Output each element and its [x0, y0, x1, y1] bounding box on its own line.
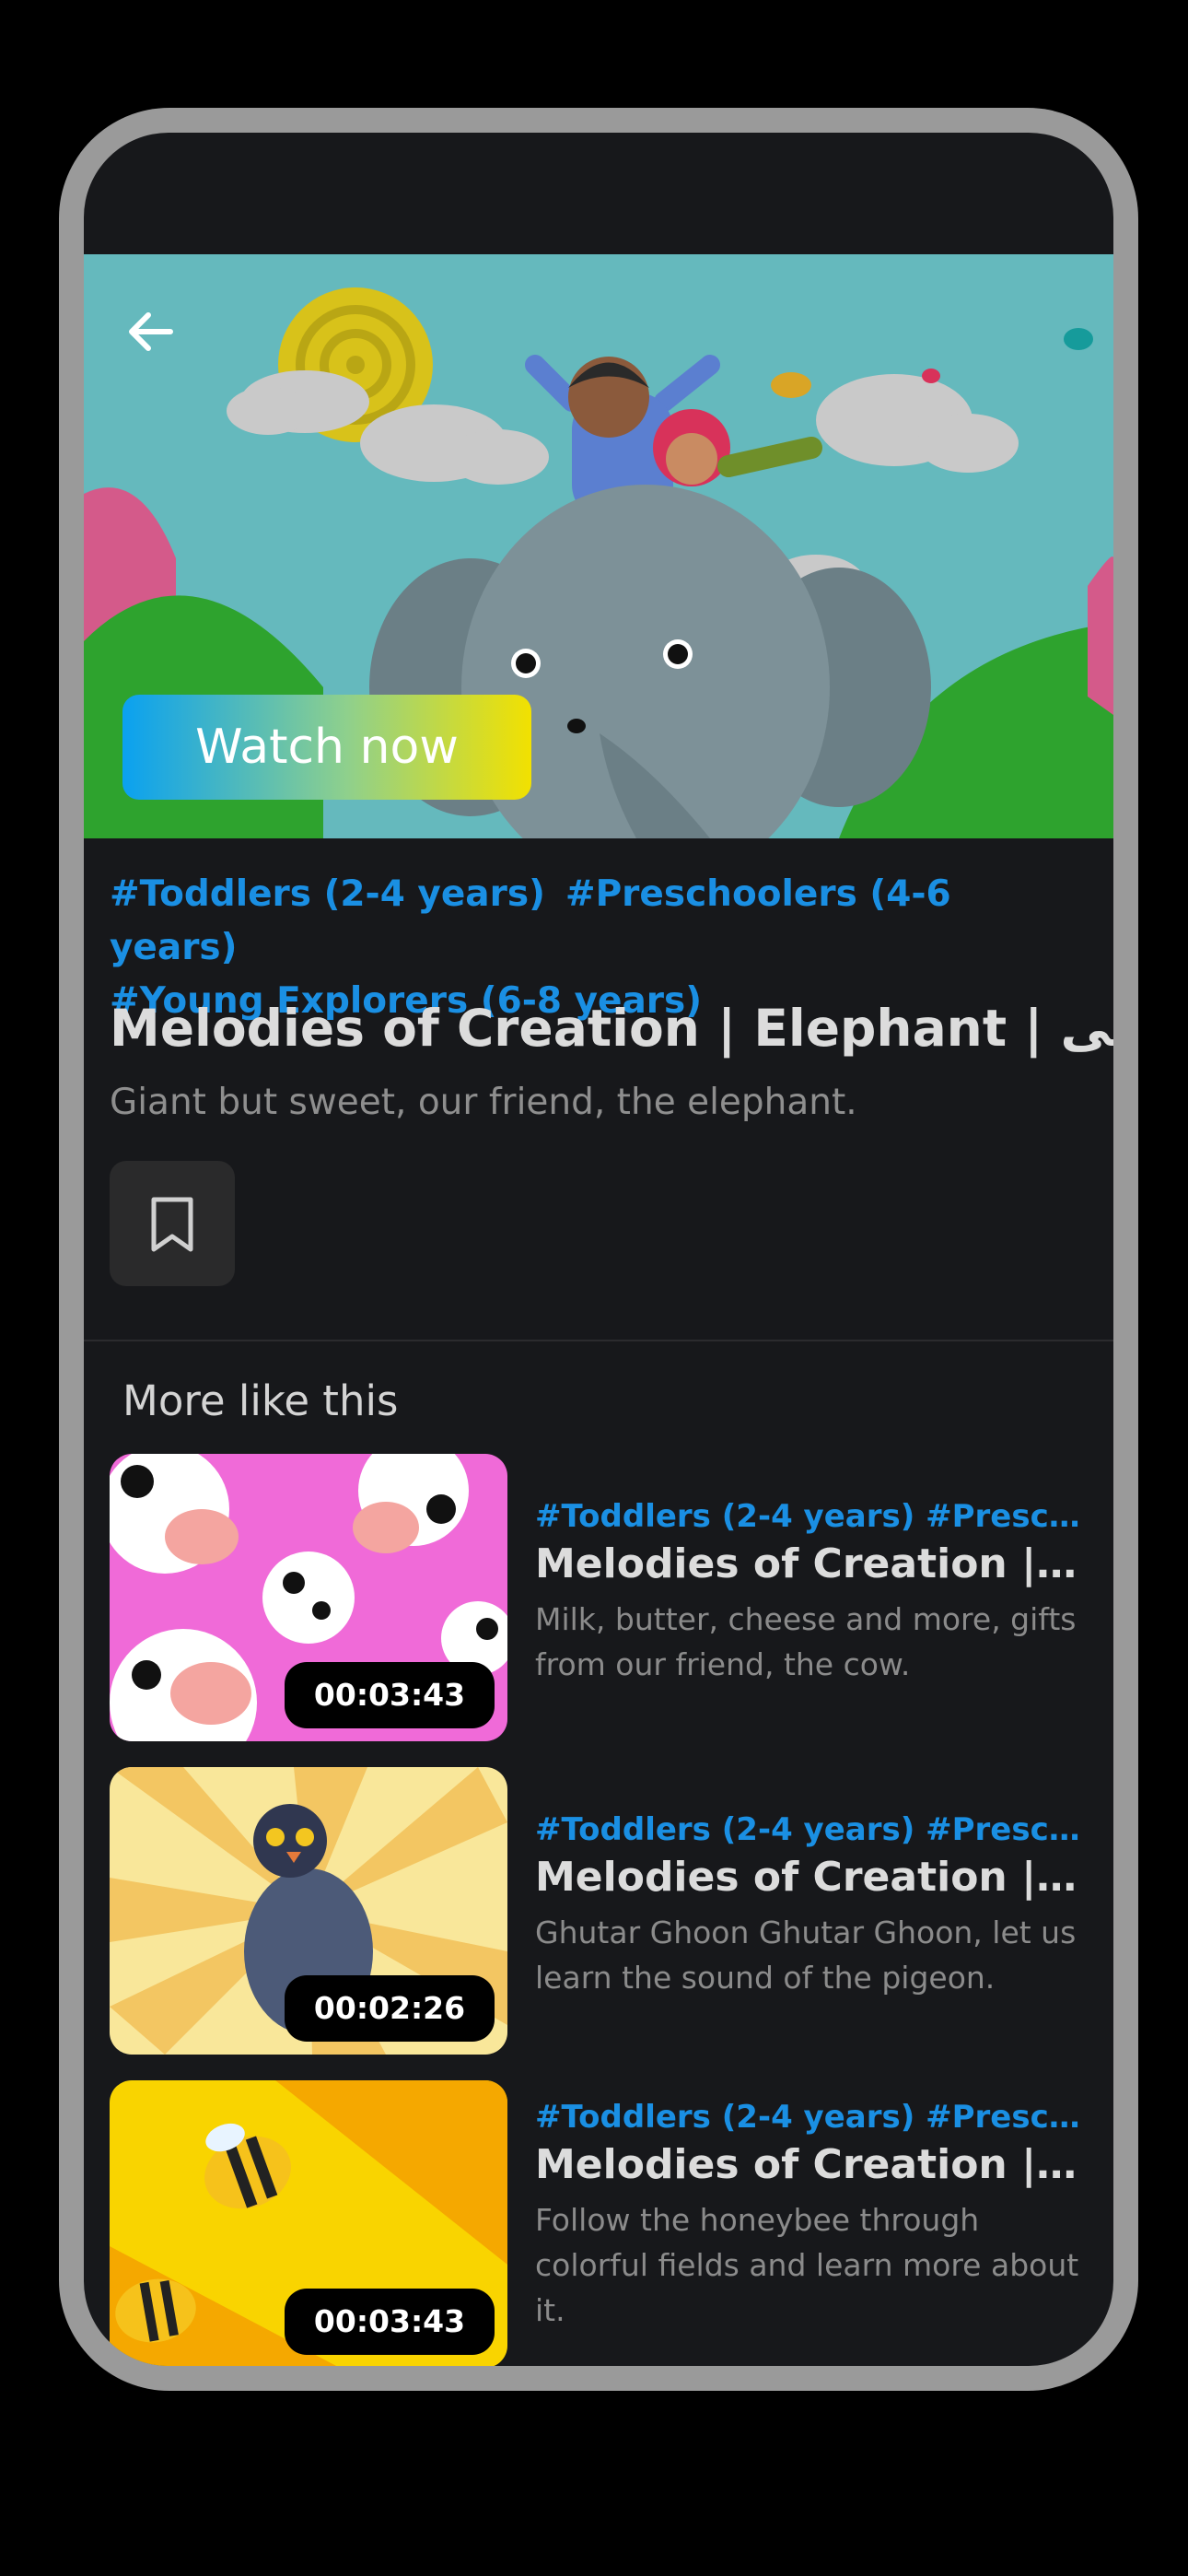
- recommendation-card[interactable]: 00:03:43 #Toddlers (2-4 years) #Presc… M…: [110, 1454, 1095, 1741]
- card-title: Melodies of Creation | C…: [535, 1540, 1088, 1587]
- watch-now-button[interactable]: Watch now: [122, 695, 531, 800]
- back-button[interactable]: [124, 306, 176, 357]
- duration-badge: 00:03:43: [285, 1662, 495, 1728]
- card-info: #Toddlers (2-4 years) #Presc… Melodies o…: [535, 1811, 1088, 2000]
- video-thumbnail: 00:03:43: [110, 1454, 507, 1741]
- duration-badge: 00:02:26: [285, 1975, 495, 2042]
- video-thumbnail: 00:02:26: [110, 1767, 507, 2055]
- video-title: Melodies of Creation | Elephant | ہاتھی: [110, 999, 1113, 1058]
- video-description: Giant but sweet, our friend, the elephan…: [110, 1082, 857, 1123]
- card-description: Milk, butter, cheese and more, gifts fro…: [535, 1601, 1077, 1682]
- back-arrow-icon: [129, 312, 173, 351]
- card-info: #Toddlers (2-4 years) #Presc… Melodies o…: [535, 2099, 1088, 2333]
- bookmark-icon: [151, 1197, 193, 1252]
- card-title: Melodies of Creation | Pi…: [535, 1854, 1088, 1901]
- duration-badge: 00:03:43: [285, 2289, 495, 2355]
- card-tags: #Toddlers (2-4 years) #Presc…: [535, 1498, 1080, 1535]
- card-description: Ghutar Ghoon Ghutar Ghoon, let us learn …: [535, 1914, 1077, 1996]
- recommendation-card[interactable]: 00:02:26 #Toddlers (2-4 years) #Presc… M…: [110, 1767, 1095, 2055]
- hero-banner: Watch now: [84, 254, 1113, 838]
- app-screen: Watch now #Toddlers (2-4 years) #Preschoo…: [84, 133, 1113, 2366]
- tag-link[interactable]: #Toddlers (2-4 years): [110, 873, 545, 915]
- recommendation-card[interactable]: 00:03:43 #Toddlers (2-4 years) #Presc… M…: [110, 2080, 1095, 2366]
- more-like-this-heading: More like this: [122, 1376, 399, 1425]
- card-tags: #Toddlers (2-4 years) #Presc…: [535, 1811, 1080, 1848]
- card-info: #Toddlers (2-4 years) #Presc… Melodies o…: [535, 1498, 1088, 1687]
- card-description: Follow the honeybee through colorful fie…: [535, 2202, 1079, 2328]
- video-thumbnail: 00:03:43: [110, 2080, 507, 2366]
- card-title: Melodies of Creation | H…: [535, 2141, 1088, 2188]
- section-divider: [84, 1340, 1113, 1341]
- card-tags: #Toddlers (2-4 years) #Presc…: [535, 2099, 1080, 2136]
- bookmark-button[interactable]: [110, 1161, 235, 1286]
